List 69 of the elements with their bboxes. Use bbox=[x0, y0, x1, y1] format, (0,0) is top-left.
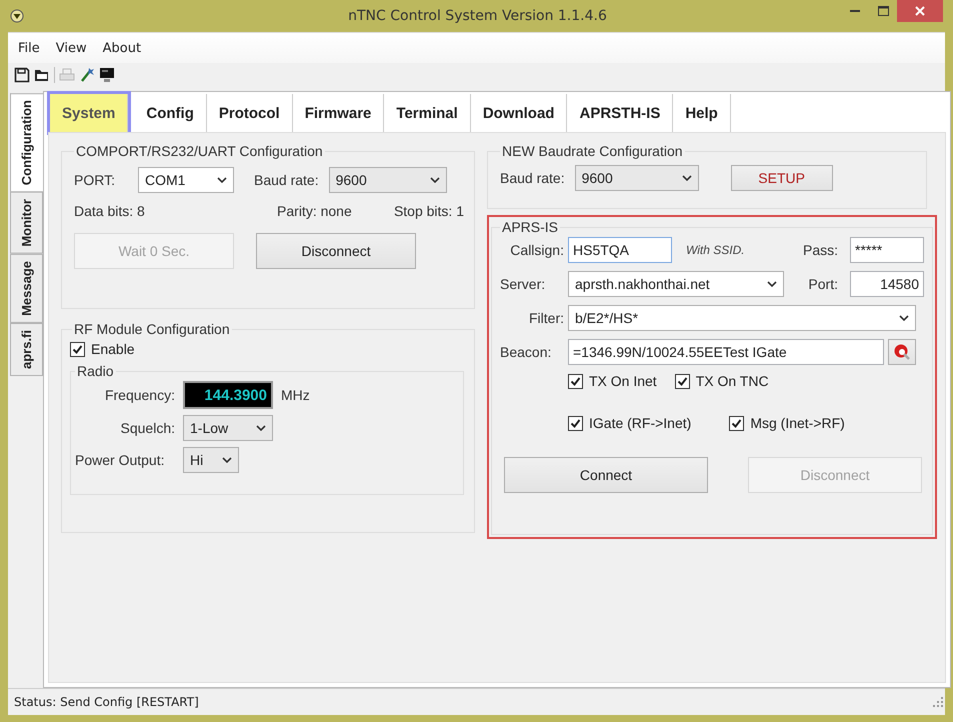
hint-text: With SSID. bbox=[686, 243, 745, 257]
checkbox[interactable]: IGate (RF->Inet) bbox=[568, 415, 692, 431]
setup-button[interactable]: SETUP bbox=[730, 165, 833, 191]
side-tab[interactable]: Message bbox=[10, 254, 43, 323]
group-title: NEW Baudrate Configuration bbox=[501, 143, 684, 159]
checkbox[interactable]: Enable bbox=[70, 341, 464, 357]
group-title: RF Module Configuration bbox=[73, 321, 231, 337]
monitor-icon[interactable] bbox=[99, 67, 115, 83]
checkbox[interactable]: Msg (Inet->RF) bbox=[729, 415, 845, 431]
field-label: Filter: bbox=[528, 310, 564, 326]
info-text: Parity: none bbox=[277, 203, 352, 219]
field-label: PORT: bbox=[74, 172, 116, 188]
folder-icon[interactable] bbox=[34, 68, 50, 82]
field-label: Power Output: bbox=[75, 452, 166, 468]
status-text: Status: Send Config [RESTART] bbox=[14, 695, 199, 709]
field-label: Baud rate: bbox=[500, 170, 565, 186]
beacon-field[interactable]: =1346.99N/10024.55EETest IGate bbox=[568, 339, 884, 365]
action-button[interactable]: Disconnect bbox=[256, 233, 416, 269]
maximize-icon bbox=[878, 6, 888, 16]
minimize-icon bbox=[850, 10, 860, 12]
password-field[interactable]: ***** bbox=[850, 237, 924, 263]
tab[interactable]: System bbox=[50, 94, 128, 132]
power-dropdown[interactable]: Hi bbox=[183, 447, 239, 473]
save-icon[interactable] bbox=[14, 67, 30, 83]
wand-icon[interactable] bbox=[79, 67, 95, 83]
field-label: Baud rate: bbox=[254, 172, 319, 188]
frequency-field[interactable]: 144.3900 bbox=[183, 381, 273, 409]
check-icon bbox=[72, 344, 83, 354]
close-button[interactable] bbox=[897, 0, 943, 22]
field-label: Callsign: bbox=[509, 242, 564, 258]
squelch-dropdown[interactable]: 1-Low bbox=[183, 415, 273, 441]
menu-item[interactable]: View bbox=[50, 38, 93, 58]
info-text: Data bits: 8 bbox=[74, 203, 145, 219]
field-label: Pass: bbox=[802, 242, 838, 258]
filter-dropdown[interactable]: b/E2*/HS* bbox=[568, 305, 916, 331]
callsign-field[interactable]: HS5TQA bbox=[568, 237, 672, 263]
locate-button[interactable] bbox=[888, 339, 916, 365]
info-text: Stop bits: 1 bbox=[394, 203, 464, 219]
server-dropdown[interactable]: aprsth.nakhonthai.net bbox=[568, 271, 784, 297]
field-label: Beacon: bbox=[500, 344, 552, 360]
port-dropdown[interactable]: COM1 bbox=[138, 167, 234, 193]
side-tab[interactable]: Monitor bbox=[10, 192, 43, 254]
field-label: Frequency: bbox=[104, 387, 175, 403]
group-title: COMPORT/RS232/UART Configuration bbox=[75, 143, 324, 159]
field-label: Squelch: bbox=[120, 420, 175, 436]
side-tab[interactable]: Configuration bbox=[10, 93, 43, 192]
baud-dropdown[interactable]: 9600 bbox=[328, 167, 447, 193]
app-icon bbox=[10, 9, 24, 23]
action-button[interactable]: Connect bbox=[504, 457, 708, 493]
group-title: APRS-IS bbox=[501, 219, 560, 235]
resize-grip-icon bbox=[933, 697, 943, 707]
magnifier-icon bbox=[893, 343, 911, 361]
close-icon bbox=[915, 6, 925, 16]
group-title: Radio bbox=[76, 363, 115, 379]
check-icon bbox=[570, 376, 581, 386]
unit-label: MHz bbox=[281, 387, 310, 403]
side-tab[interactable]: aprs.fi bbox=[10, 322, 43, 376]
menu-item[interactable]: About bbox=[96, 38, 148, 58]
check-icon bbox=[676, 376, 688, 386]
field-label: Port: bbox=[808, 276, 838, 292]
menu-item[interactable]: File bbox=[12, 38, 46, 58]
checkbox[interactable]: TX On TNC bbox=[674, 373, 769, 389]
window-title: nTNC Control System Version 1.1.4.6 bbox=[347, 8, 608, 24]
port-field[interactable]: 14580 bbox=[850, 271, 924, 297]
check-icon bbox=[570, 418, 581, 428]
checkbox[interactable]: TX On Inet bbox=[568, 373, 657, 389]
field-label: Server: bbox=[500, 276, 546, 292]
baud-dropdown[interactable]: 9600 bbox=[574, 165, 699, 191]
check-icon bbox=[731, 418, 742, 428]
